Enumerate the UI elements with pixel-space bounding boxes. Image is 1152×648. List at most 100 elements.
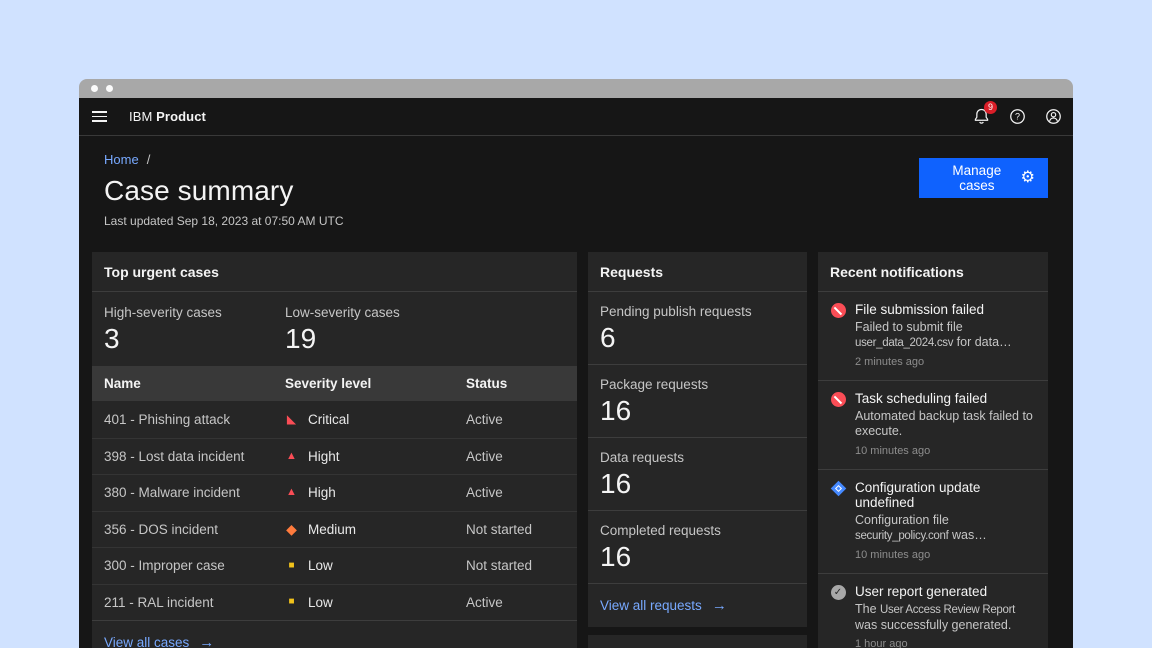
severity-label: Hight xyxy=(308,449,340,464)
stat-label: Low-severity cases xyxy=(285,305,466,320)
arrow-right-icon: → xyxy=(712,597,727,614)
view-all-requests-label: View all requests xyxy=(600,598,702,613)
notification-item[interactable]: Configuration update undefined Configura… xyxy=(818,470,1048,574)
window-titlebar xyxy=(79,79,1073,98)
notification-body: Automated backup task failed to execute. xyxy=(855,409,1036,439)
stat-value: 16 xyxy=(600,467,795,501)
stat-label: Pending publish requests xyxy=(600,304,795,319)
case-name: 300 - Improper case xyxy=(92,558,273,573)
table-row[interactable]: 300 - Improper case ■ Low Not started xyxy=(92,547,577,584)
window-control-dot[interactable] xyxy=(91,85,98,92)
stat-label: Package requests xyxy=(600,377,795,392)
brand-prefix: IBM xyxy=(129,109,152,124)
case-status: Active xyxy=(454,449,577,464)
panel-title-recent-notifications: Recent notifications xyxy=(818,252,1048,292)
undefined-diamond-icon xyxy=(831,481,846,496)
cases-table-header: Name Severity level Status xyxy=(92,366,577,401)
page-header: Home / Case summary Last updated Sep 18,… xyxy=(79,136,1073,228)
notification-time: 10 minutes ago xyxy=(855,445,1036,460)
user-account-button[interactable] xyxy=(1041,105,1065,129)
manage-cases-label: Manage cases xyxy=(933,163,1021,193)
case-status: Not started xyxy=(454,522,577,537)
table-row[interactable]: 356 - DOS incident ◆ Medium Not started xyxy=(92,511,577,548)
stat-value: 16 xyxy=(600,540,795,574)
view-all-requests-link[interactable]: View all requests → xyxy=(588,584,807,627)
checkmark-filled-icon: ✓ xyxy=(831,585,846,600)
notification-title: File submission failed xyxy=(855,302,1036,317)
top-urgent-cases-panel: Top urgent cases High-severity cases 3 L… xyxy=(92,252,577,648)
case-name: 380 - Malware incident xyxy=(92,485,273,500)
notification-count-badge: 9 xyxy=(984,101,997,114)
severity-label: Medium xyxy=(308,522,356,537)
help-button[interactable]: ? xyxy=(1005,105,1029,129)
table-row[interactable]: 398 - Lost data incident ▲Hight Active xyxy=(92,438,577,475)
view-all-cases-label: View all cases xyxy=(104,635,189,648)
stat-value: 3 xyxy=(104,322,285,356)
notification-item[interactable]: Task scheduling failed Automated backup … xyxy=(818,381,1048,470)
middle-column: Requests Pending publish requests 6 Pack… xyxy=(588,252,807,648)
notification-time: 10 minutes ago xyxy=(855,549,1036,564)
stat-data-requests: Data requests 16 xyxy=(588,438,807,511)
manage-cases-button[interactable]: Manage cases ⚙ xyxy=(919,158,1048,198)
notification-time: 1 hour ago xyxy=(855,638,1036,648)
notification-item[interactable]: ✓ User report generated The User Access … xyxy=(818,574,1048,648)
case-name: 356 - DOS incident xyxy=(92,522,273,537)
threat-score-panel: Threat score xyxy=(588,635,807,648)
severity-medium-icon: ◆ xyxy=(285,522,298,536)
view-all-cases-link[interactable]: View all cases → xyxy=(92,620,577,648)
notification-title: User report generated xyxy=(855,584,1036,599)
breadcrumb-home-link[interactable]: Home xyxy=(104,152,139,167)
column-header-name: Name xyxy=(92,376,273,391)
case-status: Not started xyxy=(454,558,577,573)
error-misuse-icon xyxy=(831,303,846,318)
user-avatar-icon xyxy=(1044,107,1063,126)
breadcrumb: Home / xyxy=(104,152,1048,167)
report-name-text: User Access Review Report xyxy=(880,604,1015,616)
severity-high-icon: ▲ xyxy=(285,487,298,498)
stat-completed-requests: Completed requests 16 xyxy=(588,511,807,584)
severity-label: Low xyxy=(308,558,333,573)
window-control-dot[interactable] xyxy=(106,85,113,92)
severity-low-icon: ■ xyxy=(285,561,298,571)
stat-value: 16 xyxy=(600,394,795,428)
case-name: 211 - RAL incident xyxy=(92,595,273,610)
requests-panel: Requests Pending publish requests 6 Pack… xyxy=(588,252,807,627)
notification-title: Configuration update undefined xyxy=(855,480,1036,510)
severity-critical-icon: ◣ xyxy=(285,413,298,425)
case-name: 401 - Phishing attack xyxy=(92,412,273,427)
gear-icon: ⚙ xyxy=(1021,170,1035,186)
brand-title: IBM Product xyxy=(129,109,206,124)
stat-high-severity: High-severity cases 3 xyxy=(104,305,285,356)
app-content: IBM Product 9 ? xyxy=(79,98,1073,648)
notification-body: Failed to submit file user_data_2024.csv… xyxy=(855,320,1036,350)
case-status: Active xyxy=(454,485,577,500)
table-row[interactable]: 401 - Phishing attack ◣ Critical Active xyxy=(92,401,577,438)
notifications-button[interactable]: 9 xyxy=(969,105,993,129)
urgent-cases-stats: High-severity cases 3 Low-severity cases… xyxy=(92,292,577,366)
stat-label: Completed requests xyxy=(600,523,795,538)
top-navigation-bar: IBM Product 9 ? xyxy=(79,98,1073,136)
svg-text:?: ? xyxy=(1014,112,1019,122)
arrow-right-icon: → xyxy=(199,634,214,648)
notification-body: Configuration file security_policy.conf … xyxy=(855,513,1036,543)
last-updated-text: Last updated Sep 18, 2023 at 07:50 AM UT… xyxy=(104,214,1048,228)
panel-title-requests: Requests xyxy=(588,252,807,292)
help-icon: ? xyxy=(1008,107,1027,126)
file-name-text: user_data_2024.csv xyxy=(855,337,953,349)
table-row[interactable]: 380 - Malware incident ▲High Active xyxy=(92,474,577,511)
brand-product: Product xyxy=(156,109,206,124)
notification-item[interactable]: File submission failed Failed to submit … xyxy=(818,292,1048,381)
file-name-text: security_policy.conf xyxy=(855,530,949,542)
stat-label: High-severity cases xyxy=(104,305,285,320)
notification-body: The User Access Review Report was succes… xyxy=(855,602,1036,632)
case-status: Active xyxy=(454,412,577,427)
page-title: Case summary xyxy=(104,175,1048,207)
severity-label: Critical xyxy=(308,412,349,427)
stat-pending-publish-requests: Pending publish requests 6 xyxy=(588,292,807,365)
menu-icon[interactable] xyxy=(90,105,114,129)
panel-title-top-urgent-cases: Top urgent cases xyxy=(92,252,577,292)
severity-label: Low xyxy=(308,595,333,610)
stat-package-requests: Package requests 16 xyxy=(588,365,807,438)
stat-label: Data requests xyxy=(600,450,795,465)
table-row[interactable]: 211 - RAL incident ■Low Active xyxy=(92,584,577,621)
